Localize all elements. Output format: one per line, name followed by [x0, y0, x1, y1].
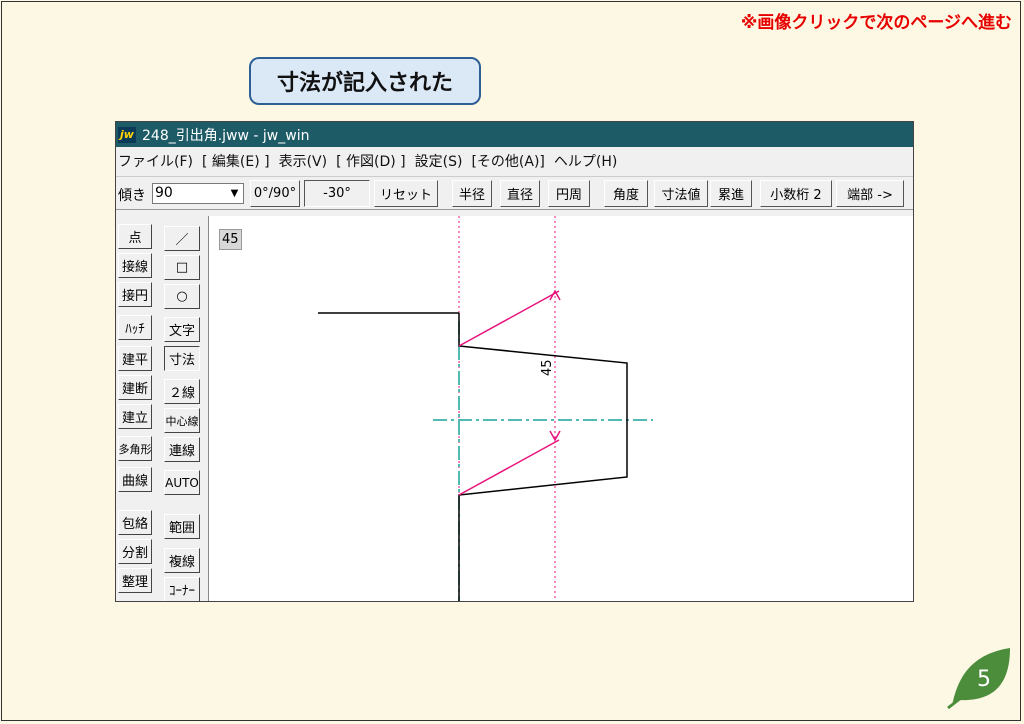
jw-app-icon: jw — [118, 126, 136, 143]
title-bar: jw 248_引出角.jww - jw_win — [116, 122, 913, 147]
tool-divide[interactable]: 分割 — [118, 539, 152, 564]
tool-arch-plan[interactable]: 建平 — [118, 346, 152, 371]
reset-button[interactable]: リセット — [374, 180, 438, 207]
menu-help[interactable]: ヘルプ(H) — [552, 151, 624, 171]
extension-line-upper — [458, 290, 560, 347]
dimension-value-button[interactable]: 寸法値 — [654, 180, 708, 207]
drawing-canvas[interactable]: 45 45 — [208, 216, 913, 601]
tool-text[interactable]: 文字 — [164, 317, 200, 342]
menu-bar: ファイル(F) [ 編集(E) ] 表示(V) [ 作図(D) ] 設定(S) … — [116, 147, 913, 174]
window-title: 248_引出角.jww - jw_win — [142, 127, 310, 144]
angle-minus30-button[interactable]: -30° — [304, 180, 370, 207]
next-page-notice[interactable]: ※画像クリックで次のページへ進む — [741, 8, 1012, 33]
tool-curve[interactable]: 曲線 — [118, 467, 152, 492]
tool-connect-line[interactable]: 連線 — [164, 437, 200, 462]
tool-tangent-circle[interactable]: 接円 — [118, 282, 152, 307]
dimension-toolbar: 傾き 90 ▼ 0°/90° -30° リセット 半径 直径 円周 角度 寸法値… — [116, 176, 913, 210]
angle-button[interactable]: 角度 — [604, 180, 648, 207]
tool-dimension[interactable]: 寸法 — [164, 346, 200, 371]
chevron-down-icon[interactable]: ▼ — [226, 184, 243, 203]
menu-draw[interactable]: [ 作図(D) ] — [334, 151, 413, 171]
page-number-badge: 5 — [947, 648, 1010, 710]
decimal-places-button[interactable]: 小数桁 2 — [760, 180, 832, 207]
menu-settings[interactable]: 設定(S) — [413, 151, 470, 171]
menu-other[interactable]: [その他(A)] — [469, 151, 551, 171]
dimension-text: 45 — [540, 359, 555, 376]
tool-hatch[interactable]: ﾊｯﾁ — [118, 315, 152, 340]
tool-tangent[interactable]: 接線 — [118, 253, 152, 278]
diameter-button[interactable]: 直径 — [500, 180, 540, 207]
tool-envelope[interactable]: 包絡 — [118, 510, 152, 535]
tool-auto[interactable]: AUTO — [164, 470, 200, 495]
tool-arch-section[interactable]: 建断 — [118, 375, 152, 400]
tool-range[interactable]: 範囲 — [164, 514, 200, 539]
tool-circle[interactable]: ○ — [164, 284, 200, 309]
menu-view[interactable]: 表示(V) — [277, 151, 335, 171]
circumference-button[interactable]: 円周 — [548, 180, 590, 207]
drawing-svg: 45 — [318, 216, 653, 601]
end-mark-button[interactable]: 端部 -> — [836, 180, 904, 207]
progressive-button[interactable]: 累進 — [710, 180, 752, 207]
tool-rectangle[interactable]: □ — [164, 255, 200, 280]
menu-file[interactable]: ファイル(F) — [116, 151, 200, 171]
app-window: jw 248_引出角.jww - jw_win ファイル(F) [ 編集(E) … — [115, 121, 914, 602]
menu-edit[interactable]: [ 編集(E) ] — [200, 151, 277, 171]
tool-polygon[interactable]: 多角形 — [118, 436, 152, 461]
tool-offset[interactable]: 複線 — [164, 548, 200, 573]
tool-line[interactable]: ／ — [164, 226, 200, 251]
tool-arch-elevation[interactable]: 建立 — [118, 404, 152, 429]
tool-point[interactable]: 点 — [118, 224, 152, 249]
angle-0-90-button[interactable]: 0°/90° — [250, 180, 300, 207]
extension-line-lower — [458, 439, 560, 496]
tool-tidy[interactable]: 整理 — [118, 568, 152, 593]
tool-corner[interactable]: ｺｰﾅｰ — [164, 577, 200, 601]
tool-double-line[interactable]: ２線 — [164, 379, 200, 404]
page-number: 5 — [977, 667, 991, 692]
radius-button[interactable]: 半径 — [452, 180, 492, 207]
tool-center-line[interactable]: 中心線 — [164, 408, 200, 433]
taper-outline — [458, 313, 628, 601]
tool-palette: 点 接線 接円 ﾊｯﾁ 建平 建断 建立 多角形 曲線 包絡 分割 整理 ／ □… — [116, 216, 206, 601]
angle-value: 90 — [155, 185, 173, 201]
angle-label: 傾き — [118, 188, 146, 204]
step-caption: 寸法が記入された — [249, 57, 481, 105]
